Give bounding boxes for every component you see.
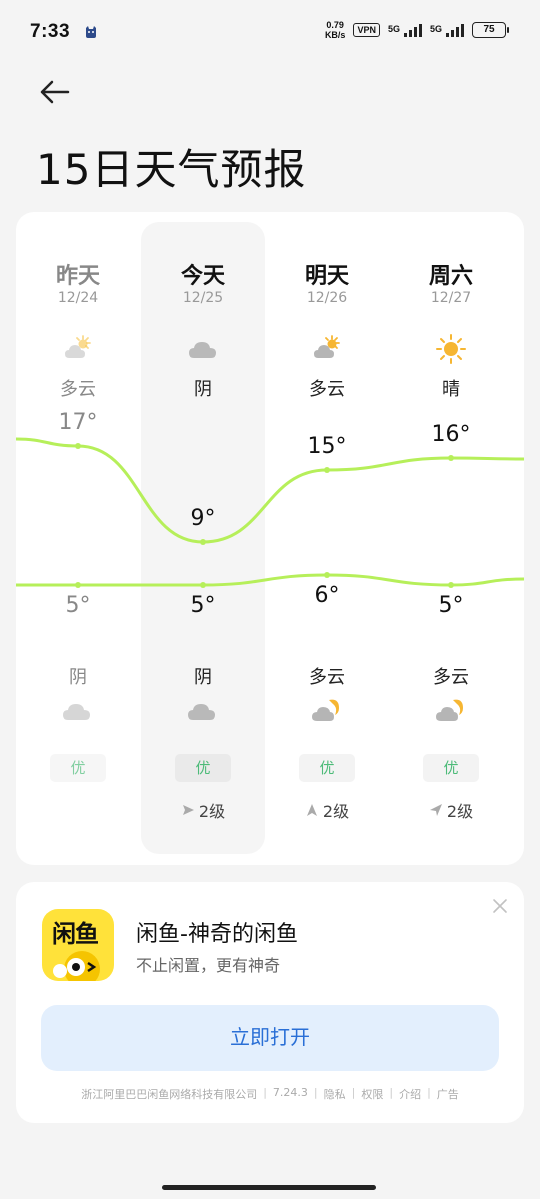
sunny-icon: [436, 334, 466, 364]
high-temp-label: 17°: [58, 410, 98, 435]
night-condition: 多云: [309, 667, 345, 688]
day-condition: 晴: [442, 379, 460, 400]
partly-cloudy-night-icon: [436, 699, 463, 721]
wind-level: 2级: [265, 798, 389, 822]
day-date: 12/26: [306, 290, 348, 306]
aqi-badge: 优: [299, 754, 355, 782]
partly-cloudy-night-icon: [312, 699, 339, 721]
open-app-button[interactable]: 立即打开: [41, 1005, 499, 1071]
high-temp-label: 15°: [307, 434, 347, 459]
day-name: 明天: [304, 264, 349, 289]
night-condition: 阴: [194, 667, 212, 688]
aqi-badge: 优: [50, 754, 106, 782]
high-temp-label: 9°: [190, 506, 216, 531]
status-time: 7:33: [30, 21, 71, 42]
aqi-badge: 优: [175, 754, 231, 782]
wind-level: 2级: [389, 798, 513, 822]
app-logo: 闲鱼: [42, 909, 114, 981]
low-temp-label: 5°: [65, 593, 91, 618]
day-date: 12/25: [182, 290, 224, 306]
wind-level: 2级: [141, 798, 265, 822]
day-name: 今天: [180, 264, 225, 289]
ad-version: 7.24.3: [272, 1086, 308, 1099]
low-temp-label: 6°: [314, 583, 340, 608]
net-speed: 0.79 KB/s: [324, 20, 346, 40]
overcast-icon: [188, 704, 215, 720]
partly-cloudy-day-icon: [65, 335, 91, 358]
fish-mascot-icon: [53, 951, 100, 981]
partly-cloudy-day-icon: [314, 335, 340, 358]
wind-direction-icon: [306, 804, 317, 816]
privacy-link[interactable]: 隐私: [324, 1086, 346, 1102]
ad-title: 闲鱼-神奇的闲鱼: [136, 922, 298, 947]
day-condition: 多云: [60, 379, 96, 400]
ad-label: 广告: [436, 1088, 459, 1101]
ad-subtitle: 不止闲置，更有神奇: [136, 956, 281, 975]
back-arrow-icon[interactable]: [36, 74, 72, 110]
day-column-yesterday[interactable]: 昨天 12/24 多云 阴 优: [16, 212, 140, 852]
day-column-saturday[interactable]: 周六 12/27 晴 多云 优 2级: [389, 212, 513, 852]
signal-sim2-icon: 5G: [430, 23, 464, 37]
day-column-tomorrow[interactable]: 明天 12/26 多云 多云 优 2级: [265, 212, 389, 852]
high-temp-label: 16°: [431, 422, 471, 447]
status-bar: 7:33 0.79 KB/s VPN 5G 5G 75: [0, 0, 540, 64]
forecast-card: 昨天 12/24 多云 阴 优 今天 12/25 阴 阴 优 2级 明天 12/…: [16, 212, 524, 865]
day-date: 12/27: [430, 290, 472, 306]
ad-company: 浙江阿里巴巴闲鱼网络科技有限公司: [81, 1088, 258, 1101]
intro-link[interactable]: 介绍: [399, 1086, 421, 1102]
day-column-today[interactable]: 今天 12/25 阴 阴 优 2级: [141, 212, 265, 852]
signal-sim1-icon: 5G: [388, 23, 422, 37]
low-temp-label: 5°: [190, 593, 216, 618]
night-condition: 多云: [433, 667, 469, 688]
night-condition: 阴: [69, 667, 87, 688]
app-notification-icon: [86, 26, 97, 38]
wind-direction-icon: [429, 804, 442, 816]
permissions-link[interactable]: 权限: [361, 1086, 383, 1102]
day-condition: 多云: [309, 379, 345, 400]
ad-card[interactable]: 闲鱼 闲鱼-神奇的闲鱼 不止闲置，更有神奇 立即打开 浙江阿里巴巴闲鱼网络科技有…: [16, 882, 524, 1123]
overcast-icon: [189, 342, 216, 358]
aqi-badge: 优: [423, 754, 479, 782]
day-name: 周六: [428, 264, 473, 289]
home-indicator[interactable]: [162, 1185, 376, 1190]
page-title: 15日天气预报: [36, 145, 307, 194]
ad-footer: 浙江阿里巴巴闲鱼网络科技有限公司 | 7.24.3 | 隐私 | 权限 | 介绍…: [81, 1086, 459, 1102]
wind-direction-icon: [182, 805, 194, 815]
vpn-badge: VPN: [353, 23, 380, 37]
battery-icon: 75: [472, 22, 509, 38]
close-icon[interactable]: [492, 898, 508, 914]
overcast-icon: [63, 704, 90, 720]
day-date: 12/24: [57, 290, 99, 306]
day-name: 昨天: [55, 264, 100, 289]
day-condition: 阴: [194, 379, 212, 400]
low-temp-label: 5°: [438, 593, 464, 618]
